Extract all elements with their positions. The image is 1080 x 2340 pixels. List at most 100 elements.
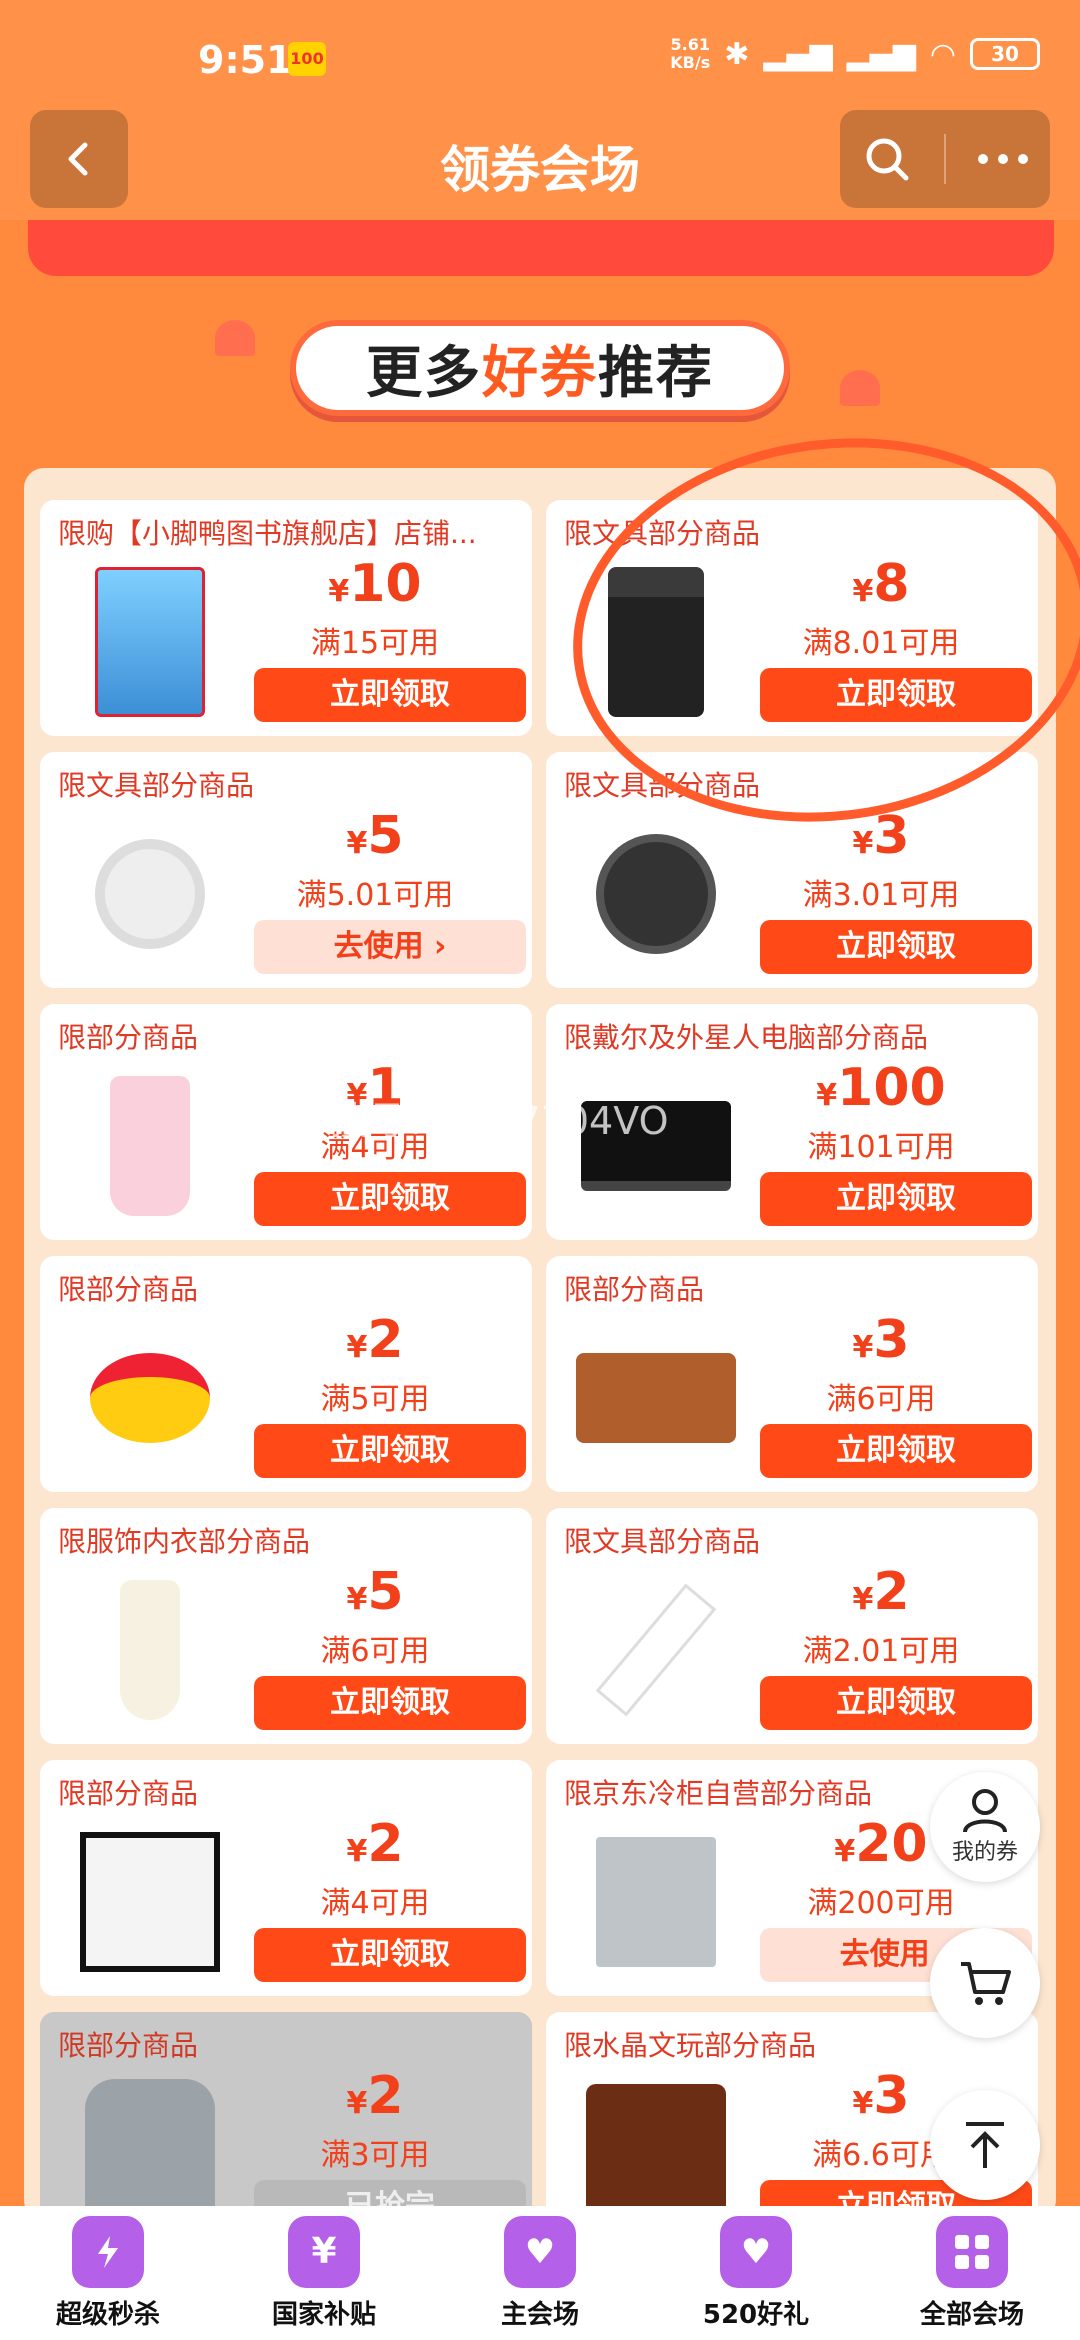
coupon-claim-button[interactable]: 去使用 ›	[254, 920, 526, 974]
coupon-claim-button[interactable]: 立即领取	[760, 920, 1032, 974]
coupon-limit: 限部分商品	[564, 1273, 705, 1306]
nav-label: 国家补贴	[271, 2299, 376, 2330]
signal-icon: ▂▄▆	[763, 36, 833, 72]
yuan-bag-icon: ¥	[288, 2215, 360, 2288]
nav-item[interactable]: ♥ 520好礼	[648, 2206, 864, 2340]
coupon-claim-button[interactable]: 立即领取	[254, 1172, 526, 1226]
glue-image[interactable]	[576, 1570, 736, 1730]
bedding-image[interactable]	[576, 1318, 736, 1478]
search-button[interactable]	[840, 110, 934, 208]
coupon-amount: ¥2	[346, 1814, 404, 1874]
coupon-condition: 满4可用	[320, 1886, 430, 1921]
nav-item[interactable]: 全部会场	[864, 2206, 1080, 2340]
coupon-condition: 满6可用	[826, 1382, 936, 1417]
more-button[interactable]	[956, 110, 1050, 208]
search-icon	[866, 138, 909, 181]
nav-label: 主会场	[500, 2299, 579, 2330]
app-badge-icon: 100	[288, 42, 326, 76]
coupon-limit: 限部分商品	[58, 1273, 199, 1306]
coupon-limit: 限文具部分商品	[58, 769, 255, 802]
coupon-condition: 满5可用	[320, 1382, 430, 1417]
clock-icon	[72, 2215, 144, 2288]
freezer-image[interactable]	[576, 1822, 736, 1982]
coupon-limit: 限部分商品	[58, 1777, 199, 1810]
coupon-limit: 限部分商品	[58, 2029, 199, 2062]
header-actions	[840, 110, 1050, 208]
coupon-card[interactable]: 限文具部分商品 ¥5 满5.01可用去使用 ›	[40, 752, 532, 988]
coupon-condition: 满3可用	[320, 2138, 430, 2173]
coupon-limit: 限购【小脚鸭图书旗舰店】店铺...	[58, 517, 477, 550]
coupon-condition: 满6可用	[320, 1634, 430, 1669]
gift-icon: ♥	[720, 2215, 792, 2288]
coupon-claim-button[interactable]: 立即领取	[760, 1676, 1032, 1730]
coupon-amount: ¥10	[328, 554, 422, 614]
coupon-condition: 满3.01可用	[802, 878, 960, 913]
arrow-up-icon	[966, 2122, 1004, 2168]
signal-icon-2: ▂▄▆	[846, 36, 916, 72]
coupon-limit: 限文具部分商品	[564, 1525, 761, 1558]
header: 领券会场	[0, 110, 1080, 220]
coupon-condition: 满200可用	[807, 1886, 955, 1921]
nav-item[interactable]: ¥ 国家补贴	[216, 2206, 432, 2340]
cart-button[interactable]	[930, 1928, 1040, 2038]
coupon-claim-button[interactable]: 立即领取	[254, 1928, 526, 1982]
coupon-claim-button[interactable]: 立即领取	[254, 668, 526, 722]
board-image[interactable]	[70, 1822, 230, 1982]
network-speed: 5.61 KB/s	[670, 35, 711, 72]
bottom-nav: 超级秒杀 ¥ 国家补贴 ♥ 主会场 ♥ 520好礼 全部会场	[0, 2206, 1080, 2340]
coupon-card[interactable]: 限部分商品 ¥2 满4可用立即领取	[40, 1760, 532, 1996]
coupon-card[interactable]: 限购【小脚鸭图书旗舰店】店铺... ¥10 满15可用立即领取	[40, 500, 532, 736]
coupon-limit: 限服饰内衣部分商品	[58, 1525, 311, 1558]
back-to-top-button[interactable]	[930, 2090, 1040, 2200]
bag-heart-icon: ♥	[504, 2215, 576, 2288]
coupon-amount: ¥2	[852, 1562, 910, 1622]
my-coupons-button[interactable]: 我的券	[930, 1772, 1040, 1882]
coupon-limit: 限部分商品	[58, 1021, 199, 1054]
coupon-condition: 满2.01可用	[802, 1634, 960, 1669]
status-time: 9:51	[198, 38, 293, 82]
sock-image[interactable]	[70, 1570, 230, 1730]
user-icon	[963, 1789, 1007, 1833]
coupon-claim-button[interactable]: 立即领取	[254, 1676, 526, 1730]
book-image[interactable]	[70, 562, 230, 722]
coupon-card[interactable]: 限服饰内衣部分商品 ¥5 满6可用立即领取	[40, 1508, 532, 1744]
coupon-amount: ¥2	[346, 2066, 404, 2126]
coupon-claim-button[interactable]: 立即领取	[760, 1172, 1032, 1226]
coupon-condition: 满5.01可用	[296, 878, 454, 913]
grid-icon	[936, 2215, 1008, 2288]
coupon-condition: 满15可用	[310, 626, 440, 661]
cup-image[interactable]	[70, 1066, 230, 1226]
battery-icon: 30	[970, 38, 1040, 70]
top-banner[interactable]	[28, 220, 1054, 276]
fan-image[interactable]	[70, 814, 230, 974]
cart-icon	[961, 1962, 1011, 2005]
nav-item[interactable]: 超级秒杀	[0, 2206, 216, 2340]
status-icons: 5.61 KB/s ✱ ▂▄▆ ▂▄▆ ◠ 30	[670, 36, 1040, 72]
coupon-amount: ¥5	[346, 806, 404, 866]
watermark: 搜号：6327704VO	[330, 1099, 669, 1143]
coupon-card[interactable]: 限部分商品 ¥3 满6可用立即领取	[546, 1256, 1038, 1492]
coupon-amount: ¥100	[816, 1058, 946, 1118]
heart-decoration-icon	[840, 370, 880, 406]
coupon-card[interactable]: 限部分商品 ¥2 满5可用立即领取	[40, 1256, 532, 1492]
section-title: 更多好券推荐	[290, 320, 790, 416]
nav-label: 超级秒杀	[55, 2299, 160, 2330]
coupon-card[interactable]: 限文具部分商品 ¥2 满2.01可用立即领取	[546, 1508, 1038, 1744]
coupon-amount: ¥5	[346, 1562, 404, 1622]
wifi-icon: ◠	[929, 36, 956, 72]
nav-label: 全部会场	[919, 2299, 1024, 2330]
nav-label: 520好礼	[702, 2299, 810, 2330]
bluetooth-icon: ✱	[724, 36, 750, 72]
coupon-claim-button[interactable]: 立即领取	[254, 1424, 526, 1478]
coupon-condition: 满101可用	[807, 1130, 955, 1165]
my-coupons-label: 我的券	[951, 1840, 1018, 1865]
toy-image[interactable]	[70, 1318, 230, 1478]
heart-decoration-icon	[215, 320, 255, 356]
coupon-claim-button[interactable]: 立即领取	[760, 1424, 1032, 1478]
nav-item[interactable]: ♥ 主会场	[432, 2206, 648, 2340]
coupon-limit: 限戴尔及外星人电脑部分商品	[564, 1021, 929, 1054]
coupon-amount: ¥3	[852, 1310, 910, 1370]
clip-fan-image[interactable]	[576, 814, 736, 974]
coupon-limit: 限水晶文玩部分商品	[564, 2029, 817, 2062]
coupon-amount: ¥2	[346, 1310, 404, 1370]
